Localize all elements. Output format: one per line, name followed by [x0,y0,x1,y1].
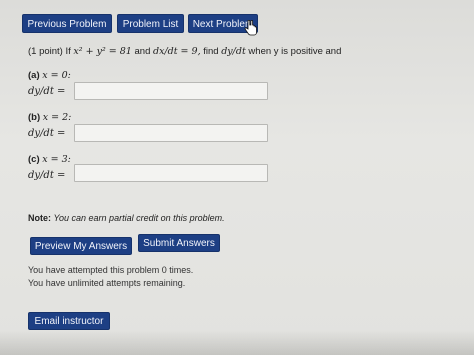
part-c-letter: (c) [28,154,40,165]
part-a-answer-input[interactable] [74,82,268,100]
part-c-answer-input[interactable] [74,164,268,182]
problem-page: Previous Problem Problem List Next Probl… [0,0,474,355]
and-text: and [134,46,151,57]
points-text: (1 point) If [28,46,71,57]
email-instructor-button[interactable]: Email instructor [28,312,110,330]
part-b-answer-label: dy/dt = [28,128,66,139]
part-a-letter: (a) [28,70,40,81]
part-c-answer-label: dy/dt = [28,170,66,181]
attempts-text: You have attempted this problem 0 times. [28,265,194,275]
previous-problem-button[interactable]: Previous Problem [22,14,112,33]
part-a-answer-label: dy/dt = [28,86,66,97]
part-b-letter: (b) [28,112,41,123]
condition-text: when y is positive and [248,46,342,57]
partial-credit-note: Note: You can earn partial credit on thi… [28,213,225,223]
note-label: Note: [28,213,51,223]
part-a-label: (a) x = 0: [28,70,71,81]
part-a-condition: x = 0: [42,70,71,81]
hand-cursor-icon [244,20,257,36]
part-c-label: (c) x = 3: [28,154,71,165]
submit-answers-button[interactable]: Submit Answers [138,234,220,252]
find-text: find [203,46,219,57]
rate-text: dx/dt = 9, [153,46,201,57]
note-text: You can earn partial credit on this prob… [53,213,225,223]
part-b-answer-input[interactable] [74,124,268,142]
problem-list-button[interactable]: Problem List [117,14,184,33]
part-b-label: (b) x = 2: [28,112,71,123]
preview-answers-button[interactable]: Preview My Answers [30,237,132,255]
target-text: dy/dt [221,46,246,57]
part-b-condition: x = 2: [42,112,72,123]
problem-statement: (1 point) If x² + y² = 81 and dx/dt = 9,… [28,46,341,57]
equation-text: x² + y² = 81 [73,46,132,57]
remaining-attempts-text: You have unlimited attempts remaining. [28,278,186,288]
part-c-condition: x = 3: [42,154,71,165]
photo-shadow [0,330,474,355]
